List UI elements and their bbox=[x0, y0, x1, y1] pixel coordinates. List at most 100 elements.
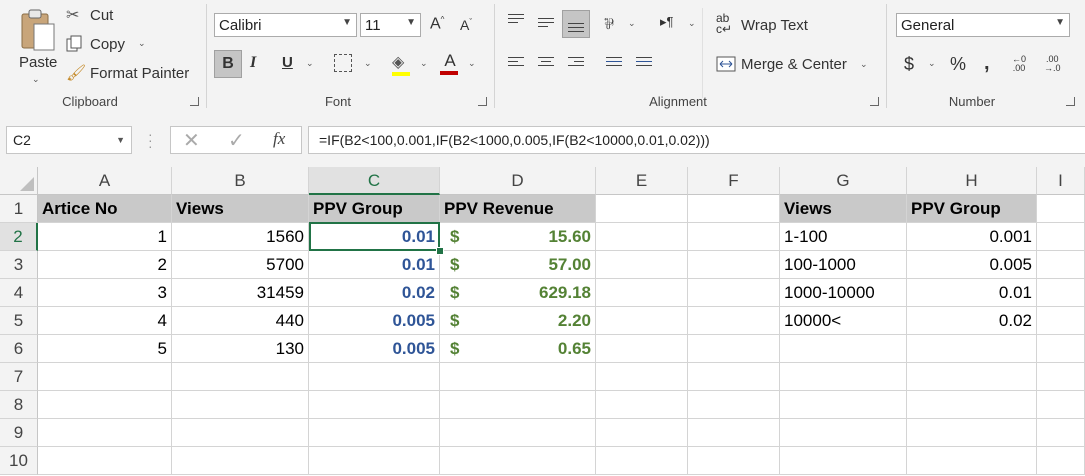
number-format-combo[interactable]: General ▼ bbox=[896, 13, 1070, 37]
cell-c10[interactable] bbox=[309, 447, 440, 475]
decrease-font-size-icon[interactable]: Aˇ bbox=[460, 17, 472, 33]
cell-a2[interactable]: 1 bbox=[38, 223, 172, 251]
cell-i10[interactable] bbox=[1037, 447, 1085, 475]
cell-g7[interactable] bbox=[780, 363, 907, 391]
cell-h2[interactable]: 0.001 bbox=[907, 223, 1037, 251]
cell-d3[interactable]: $57.00 bbox=[440, 251, 596, 279]
column-header-e[interactable]: E bbox=[596, 167, 688, 195]
fill-handle[interactable] bbox=[436, 247, 444, 255]
cell-g8[interactable] bbox=[780, 391, 907, 419]
cell-d8[interactable] bbox=[440, 391, 596, 419]
cell-a8[interactable] bbox=[38, 391, 172, 419]
cell-e9[interactable] bbox=[596, 419, 688, 447]
cell-h3[interactable]: 0.005 bbox=[907, 251, 1037, 279]
cell-a6[interactable]: 5 bbox=[38, 335, 172, 363]
row-header-1[interactable]: 1 bbox=[0, 195, 38, 223]
cell-b3[interactable]: 5700 bbox=[172, 251, 309, 279]
cell-f2[interactable] bbox=[688, 223, 780, 251]
cell-d7[interactable] bbox=[440, 363, 596, 391]
cell-g1[interactable]: Views bbox=[780, 195, 907, 223]
cell-d4[interactable]: $629.18 bbox=[440, 279, 596, 307]
cell-g2[interactable]: 1-100 bbox=[780, 223, 907, 251]
paste-button[interactable]: Paste ⌄ bbox=[10, 6, 60, 86]
clipboard-launcher-icon[interactable] bbox=[190, 97, 199, 106]
cell-i3[interactable] bbox=[1037, 251, 1085, 279]
cell-e5[interactable] bbox=[596, 307, 688, 335]
increase-decimal-icon[interactable]: ←0.00 bbox=[1012, 55, 1026, 73]
cell-g3[interactable]: 100-1000 bbox=[780, 251, 907, 279]
cancel-icon[interactable]: ✕ bbox=[183, 128, 200, 153]
more-options-icon[interactable]: · · · bbox=[148, 127, 153, 153]
underline-button[interactable]: U bbox=[282, 54, 293, 71]
format-painter-button[interactable]: 🖌 Format Painter bbox=[66, 63, 196, 85]
cell-h7[interactable] bbox=[907, 363, 1037, 391]
fill-color-icon[interactable]: ◈ bbox=[392, 52, 410, 76]
align-center-icon[interactable] bbox=[538, 57, 554, 69]
orientation-dropdown-icon[interactable]: ⌄ bbox=[628, 18, 636, 29]
borders-dropdown-icon[interactable]: ⌄ bbox=[364, 58, 372, 69]
merge-center-button[interactable]: Merge & Center ⌄ bbox=[716, 53, 876, 77]
cell-h9[interactable] bbox=[907, 419, 1037, 447]
cell-g5[interactable]: 10000< bbox=[780, 307, 907, 335]
underline-dropdown-icon[interactable]: ⌄ bbox=[306, 58, 314, 69]
merge-center-dropdown-icon[interactable]: ⌄ bbox=[860, 59, 868, 70]
cut-button[interactable]: ✂ Cut bbox=[66, 5, 176, 27]
row-header-7[interactable]: 7 bbox=[0, 363, 38, 391]
cell-b8[interactable] bbox=[172, 391, 309, 419]
cell-a9[interactable] bbox=[38, 419, 172, 447]
cell-e2[interactable] bbox=[596, 223, 688, 251]
cell-i8[interactable] bbox=[1037, 391, 1085, 419]
cell-e1[interactable] bbox=[596, 195, 688, 223]
comma-style-button[interactable]: , bbox=[984, 52, 990, 75]
cell-f3[interactable] bbox=[688, 251, 780, 279]
cell-e3[interactable] bbox=[596, 251, 688, 279]
row-header-2[interactable]: 2 bbox=[0, 223, 38, 251]
cell-c3[interactable]: 0.01 bbox=[309, 251, 440, 279]
increase-indent-icon[interactable] bbox=[636, 57, 652, 69]
cell-h8[interactable] bbox=[907, 391, 1037, 419]
cell-g9[interactable] bbox=[780, 419, 907, 447]
cell-h4[interactable]: 0.01 bbox=[907, 279, 1037, 307]
cell-b4[interactable]: 31459 bbox=[172, 279, 309, 307]
percent-format-button[interactable]: % bbox=[950, 54, 966, 75]
cell-b1[interactable]: Views bbox=[172, 195, 309, 223]
cell-f6[interactable] bbox=[688, 335, 780, 363]
middle-align-icon[interactable] bbox=[538, 18, 554, 30]
cell-c4[interactable]: 0.02 bbox=[309, 279, 440, 307]
cell-g6[interactable] bbox=[780, 335, 907, 363]
font-color-dropdown-icon[interactable]: ⌄ bbox=[468, 58, 476, 69]
currency-format-button[interactable]: $ bbox=[904, 54, 914, 75]
cell-g10[interactable] bbox=[780, 447, 907, 475]
column-header-b[interactable]: B bbox=[172, 167, 309, 195]
cell-d2[interactable]: $15.60 bbox=[440, 223, 596, 251]
alignment-launcher-icon[interactable] bbox=[870, 97, 879, 106]
cell-i4[interactable] bbox=[1037, 279, 1085, 307]
enter-icon[interactable]: ✓ bbox=[228, 128, 245, 153]
text-direction-icon[interactable]: ▸¶ bbox=[660, 14, 674, 30]
number-launcher-icon[interactable] bbox=[1066, 97, 1075, 106]
cell-a1[interactable]: Artice No bbox=[38, 195, 172, 223]
row-header-10[interactable]: 10 bbox=[0, 447, 38, 475]
cell-d5[interactable]: $2.20 bbox=[440, 307, 596, 335]
column-header-c[interactable]: C bbox=[309, 167, 440, 195]
fill-color-dropdown-icon[interactable]: ⌄ bbox=[420, 58, 428, 69]
increase-font-size-icon[interactable]: A^ bbox=[430, 15, 444, 33]
cell-h6[interactable] bbox=[907, 335, 1037, 363]
cell-e8[interactable] bbox=[596, 391, 688, 419]
column-header-f[interactable]: F bbox=[688, 167, 780, 195]
cell-c1[interactable]: PPV Group bbox=[309, 195, 440, 223]
copy-button[interactable]: Copy ⌄ bbox=[66, 34, 176, 56]
column-header-i[interactable]: I bbox=[1037, 167, 1085, 195]
formula-input[interactable]: =IF(B2<100,0.001,IF(B2<1000,0.005,IF(B2<… bbox=[308, 126, 1085, 154]
cell-f10[interactable] bbox=[688, 447, 780, 475]
cell-f9[interactable] bbox=[688, 419, 780, 447]
row-header-3[interactable]: 3 bbox=[0, 251, 38, 279]
cell-c5[interactable]: 0.005 bbox=[309, 307, 440, 335]
cell-i9[interactable] bbox=[1037, 419, 1085, 447]
paste-dropdown-icon[interactable]: ⌄ bbox=[32, 74, 40, 85]
decrease-indent-icon[interactable] bbox=[606, 57, 622, 69]
row-header-4[interactable]: 4 bbox=[0, 279, 38, 307]
orientation-icon[interactable]: ⅌ bbox=[604, 14, 614, 34]
cell-f4[interactable] bbox=[688, 279, 780, 307]
cell-h1[interactable]: PPV Group bbox=[907, 195, 1037, 223]
